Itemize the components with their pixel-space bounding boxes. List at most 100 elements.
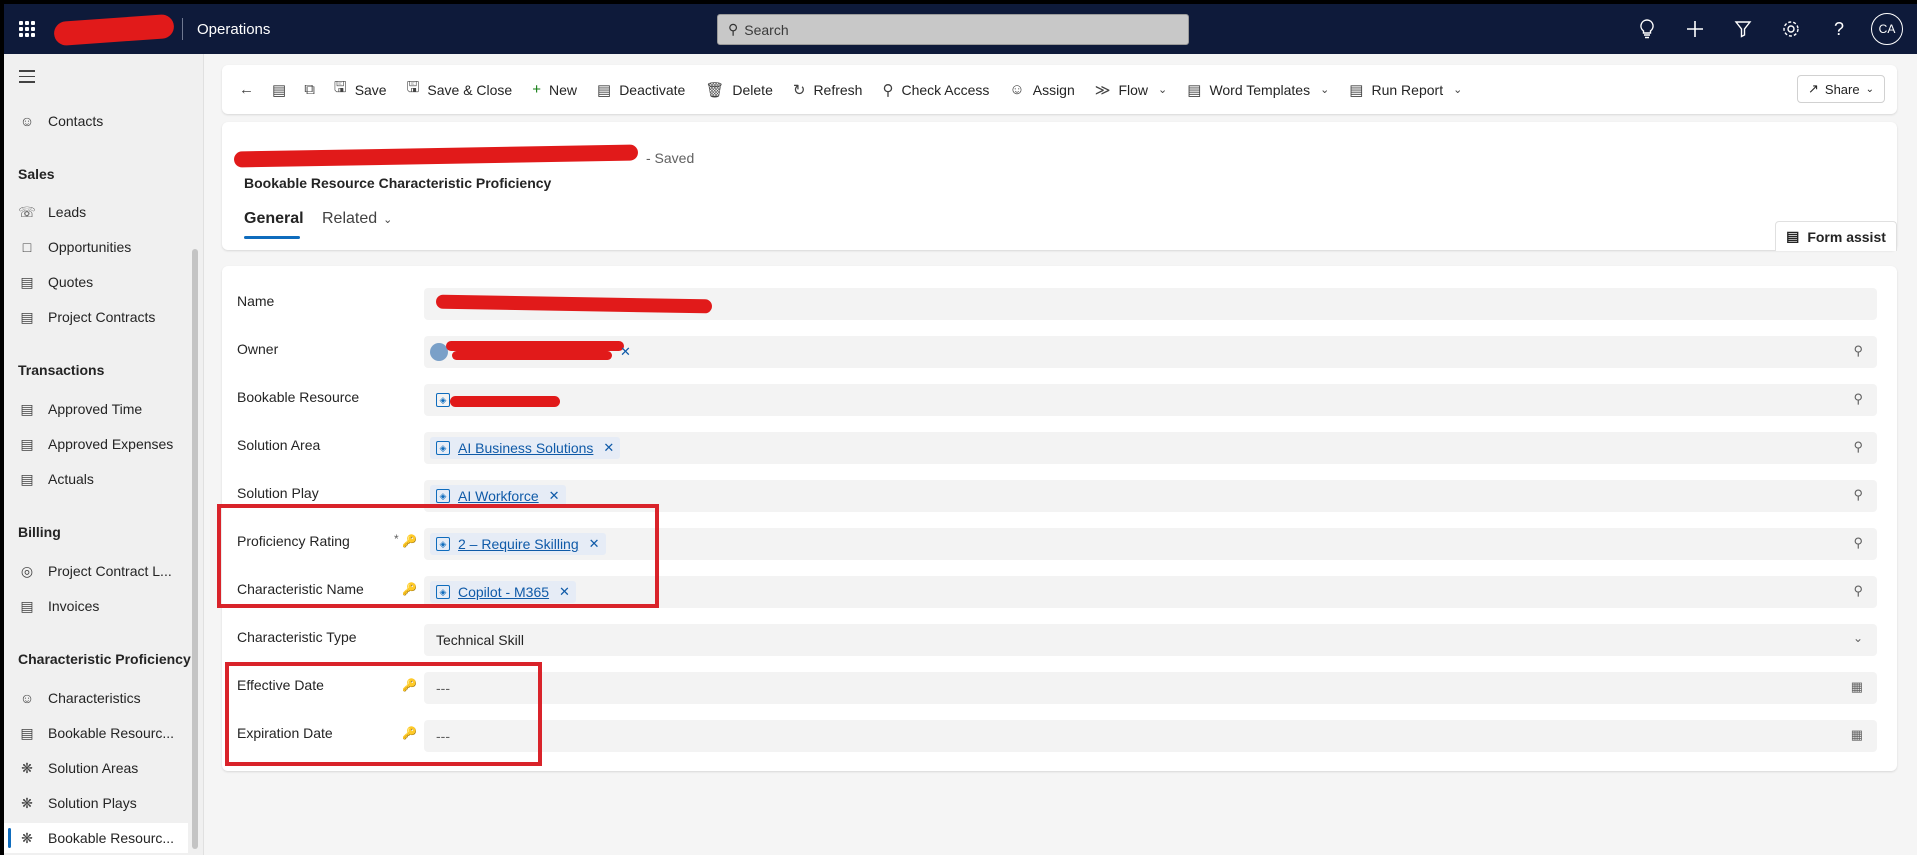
puzzle-icon: ❋ xyxy=(21,759,33,776)
solution-area-lookup[interactable]: ◈ AI Business Solutions ✕ ⚲ xyxy=(424,432,1877,464)
sidebar-item-leads[interactable]: ☏ Leads xyxy=(4,197,188,227)
field-name: Name xyxy=(222,287,1897,327)
app-window: Operations ⚲ Search ? CA ☺ Contacts Sale… xyxy=(4,4,1917,855)
save-icon: 🖫 xyxy=(333,79,347,96)
phone-person-icon: ☏ xyxy=(18,203,36,220)
app-launcher-button[interactable] xyxy=(4,4,50,54)
calendar-icon[interactable]: ▦ xyxy=(1851,727,1863,743)
lookup-search-icon[interactable]: ⚲ xyxy=(1853,391,1863,407)
owner-lookup[interactable]: ✕ ⚲ xyxy=(424,336,1877,368)
annotation-highlight-box xyxy=(217,504,659,608)
assign-button[interactable]: ☺ Assign xyxy=(999,72,1084,108)
time-document-icon: ▤ xyxy=(20,400,34,417)
bookable-resource-lookup[interactable]: ◈ ⚲ xyxy=(424,384,1877,416)
chevron-down-icon: ⌄ xyxy=(1852,631,1863,645)
sidebar-item-bookable-resource-1[interactable]: ▤ Bookable Resourc... xyxy=(4,718,188,748)
calendar-icon[interactable]: ▦ xyxy=(1851,679,1863,695)
sidebar-item-project-contract-lines[interactable]: ◎ Project Contract L... xyxy=(4,556,188,586)
expiration-date-input[interactable]: --- ▦ xyxy=(424,720,1877,752)
sidebar-item-contacts[interactable]: ☺ Contacts xyxy=(4,106,188,136)
name-input[interactable] xyxy=(424,288,1877,320)
owner-value-redacted xyxy=(446,341,624,351)
sidebar-group-sales: Sales xyxy=(18,166,55,182)
record-title-redacted xyxy=(234,142,638,168)
sidebar: ☺ Contacts Sales ☏ Leads □ Opportunities… xyxy=(4,54,204,855)
form-assist-button[interactable]: ▤ Form assist xyxy=(1775,221,1897,251)
sidebar-group-billing: Billing xyxy=(18,524,61,540)
lookup-search-icon[interactable]: ⚲ xyxy=(1853,535,1863,551)
lookup-search-icon[interactable]: ⚲ xyxy=(1853,487,1863,503)
sidebar-item-approved-time[interactable]: ▤ Approved Time xyxy=(4,394,188,424)
sidebar-item-opportunities[interactable]: □ Opportunities xyxy=(4,232,188,262)
share-button[interactable]: ↗ Share ⌄ xyxy=(1797,75,1885,103)
field-solution-area: Solution Area ◈ AI Business Solutions ✕ … xyxy=(222,431,1897,471)
lightbulb-icon[interactable] xyxy=(1623,4,1671,54)
sidebar-item-solution-areas[interactable]: ❋ Solution Areas xyxy=(4,753,188,783)
remove-icon[interactable]: ✕ xyxy=(549,488,560,504)
word-templates-button[interactable]: ▤ Word Templates ⌄ xyxy=(1177,72,1339,108)
new-button[interactable]: + New xyxy=(522,72,587,108)
field-label: Characteristic Type xyxy=(237,629,357,645)
puzzle-icon: ❋ xyxy=(21,794,33,811)
back-button[interactable]: ← xyxy=(230,72,263,108)
lookup-search-icon[interactable]: ⚲ xyxy=(1853,583,1863,599)
brand-logo-redacted xyxy=(54,14,174,44)
person-assign-icon: ☺ xyxy=(1009,81,1025,98)
sidebar-item-characteristics[interactable]: ☺ Characteristics xyxy=(4,683,188,713)
gear-icon[interactable] xyxy=(1767,4,1815,54)
sidebar-item-project-contracts[interactable]: ▤ Project Contracts xyxy=(4,302,188,332)
run-report-button[interactable]: ▤ Run Report ⌄ xyxy=(1339,72,1472,108)
help-icon[interactable]: ? xyxy=(1815,4,1863,54)
save-button[interactable]: 🖫 Save xyxy=(324,72,397,108)
open-new-window-button[interactable]: ⧉ xyxy=(295,72,324,108)
refresh-button[interactable]: ↻ Refresh xyxy=(783,72,873,108)
remove-icon[interactable]: ✕ xyxy=(620,344,631,360)
chevron-down-icon: ⌄ xyxy=(1158,84,1168,96)
refresh-icon: ↻ xyxy=(792,81,806,99)
app-name[interactable]: Operations xyxy=(197,21,270,38)
waffle-icon xyxy=(19,21,35,37)
deactivate-button[interactable]: ▤ Deactivate xyxy=(587,72,695,108)
solution-area-link[interactable]: AI Business Solutions xyxy=(458,440,593,456)
lookup-search-icon[interactable]: ⚲ xyxy=(1853,343,1863,359)
name-value-redacted xyxy=(435,294,713,314)
sidebar-item-approved-expenses[interactable]: ▤ Approved Expenses xyxy=(4,429,188,459)
characteristic-type-select[interactable]: Technical Skill ⌄ xyxy=(424,624,1877,656)
deactivate-document-icon: ▤ xyxy=(597,81,612,99)
document-alert-icon: □ xyxy=(22,239,32,255)
top-header-bar: Operations ⚲ Search ? CA xyxy=(4,4,1917,54)
save-close-icon: 🖫 xyxy=(406,79,420,96)
field-bookable-resource: Bookable Resource ◈ ⚲ xyxy=(222,383,1897,423)
sidebar-item-bookable-resource-2[interactable]: ❋ Bookable Resourc... xyxy=(4,823,188,853)
solution-play-link[interactable]: AI Workforce xyxy=(458,488,539,504)
user-avatar[interactable]: CA xyxy=(1871,13,1903,45)
tab-related[interactable]: Related ⌄ xyxy=(322,210,392,228)
hamburger-menu-icon[interactable] xyxy=(19,70,35,87)
sidebar-item-actuals[interactable]: ▤ Actuals xyxy=(4,464,188,494)
global-search-input[interactable]: ⚲ Search xyxy=(717,14,1189,45)
save-close-button[interactable]: 🖫 Save & Close xyxy=(397,72,523,108)
chevron-down-icon: ⌄ xyxy=(1453,84,1463,96)
field-label: Solution Area xyxy=(237,437,321,453)
flow-button[interactable]: ≫ Flow ⌄ xyxy=(1085,72,1177,108)
save-status: - Saved xyxy=(646,150,695,166)
resource-document-icon: ▤ xyxy=(20,724,34,741)
tab-general[interactable]: General xyxy=(244,210,304,239)
sidebar-scrollbar[interactable] xyxy=(192,249,198,849)
delete-button[interactable]: 🗑 Delete xyxy=(695,72,783,108)
sidebar-item-invoices[interactable]: ▤ Invoices xyxy=(4,591,188,621)
plus-icon[interactable] xyxy=(1671,4,1719,54)
record-set-button[interactable]: ▤ xyxy=(263,72,295,108)
command-bar: ← ▤ ⧉ 🖫 Save 🖫 Save & Close + New ▤ Deactiva… xyxy=(222,65,1897,114)
lookup-search-icon[interactable]: ⚲ xyxy=(1853,439,1863,455)
sidebar-item-quotes[interactable]: ▤ Quotes xyxy=(4,267,188,297)
sidebar-item-solution-plays[interactable]: ❋ Solution Plays xyxy=(4,788,188,818)
record-header: - Saved Bookable Resource Characteristic… xyxy=(222,122,1897,251)
filter-icon[interactable] xyxy=(1719,4,1767,54)
invoice-icon: ▤ xyxy=(20,597,34,614)
entity-icon: ◈ xyxy=(436,393,450,407)
check-access-button[interactable]: ⚲ Check Access xyxy=(872,72,999,108)
remove-icon[interactable]: ✕ xyxy=(603,440,614,456)
person-icon: ☺ xyxy=(19,113,35,129)
effective-date-input[interactable]: --- ▦ xyxy=(424,672,1877,704)
